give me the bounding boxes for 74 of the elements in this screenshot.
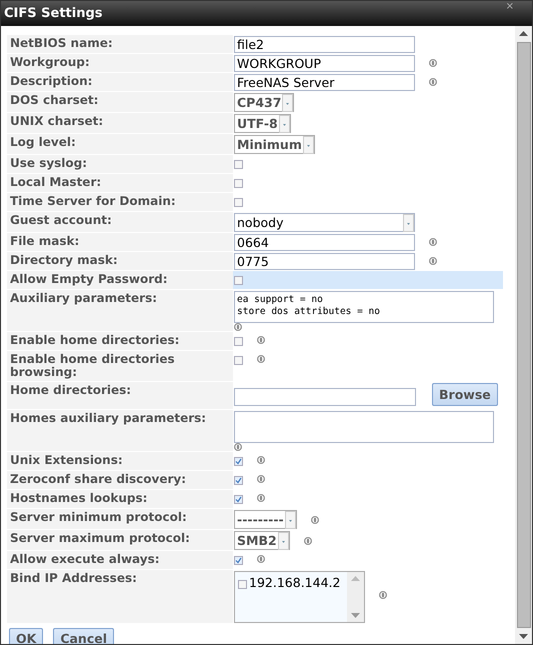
checkbox[interactable] (234, 495, 243, 504)
field-label: Hostnames lookups: (7, 490, 233, 508)
checkbox[interactable] (234, 556, 243, 565)
select-field[interactable]: UTF-8 (234, 114, 291, 133)
field-label: Unix Extensions: (7, 452, 233, 470)
info-icon[interactable] (257, 456, 265, 464)
scrollbar[interactable] (515, 26, 532, 644)
info-icon[interactable] (234, 323, 242, 331)
ok-button[interactable]: OK (9, 628, 44, 644)
field-label: Time Server for Domain: (7, 193, 233, 211)
info-icon[interactable] (310, 516, 319, 524)
field-label: UNIX charset: (7, 113, 233, 133)
textarea-field[interactable] (234, 411, 494, 443)
info-icon[interactable] (257, 494, 265, 502)
field-label: Zeroconf share discovery: (7, 471, 233, 489)
field-label: Allow Empty Password: (7, 271, 233, 289)
info-icon[interactable] (429, 59, 437, 67)
path-field[interactable] (234, 388, 416, 406)
checkbox[interactable] (234, 457, 243, 466)
field-label: Workgroup: (7, 54, 233, 72)
field-label: Description: (7, 73, 233, 91)
field-label: Directory mask: (7, 252, 233, 270)
checkbox[interactable] (234, 179, 243, 188)
field-label: File mask: (7, 233, 233, 251)
select-field[interactable]: SMB2 (234, 531, 290, 550)
field-label: Homes auxiliary parameters: (7, 410, 233, 451)
info-icon[interactable] (304, 537, 312, 545)
info-icon[interactable] (234, 443, 242, 451)
text-field[interactable]: file2 (234, 36, 415, 53)
info-icon[interactable] (257, 475, 265, 483)
browse-button[interactable]: Browse (432, 383, 498, 406)
field-label: Local Master: (7, 174, 233, 192)
field-label: Log level: (7, 134, 233, 154)
checkbox[interactable] (238, 580, 247, 589)
field-label: Auxiliary parameters: (7, 290, 233, 331)
field-label: Bind IP Addresses: (7, 570, 233, 623)
info-icon[interactable] (257, 355, 265, 363)
field-label: Enable home directories browsing: (7, 351, 233, 381)
info-icon[interactable] (257, 336, 265, 344)
cancel-button[interactable]: Cancel (53, 628, 114, 644)
select-field[interactable]: Minimum (234, 135, 315, 154)
close-button[interactable]: × (506, 1, 514, 12)
field-label: Guest account: (7, 212, 233, 232)
checkbox[interactable] (234, 160, 243, 169)
checkbox[interactable] (234, 476, 243, 485)
text-field[interactable]: FreeNAS Server (234, 74, 415, 91)
field-label: Server maximum protocol: (7, 530, 233, 550)
info-icon[interactable] (379, 591, 387, 599)
textarea-field[interactable]: ea support = no store dos attributes = no (234, 291, 494, 323)
field-label: Home directories: (7, 382, 233, 409)
field-label: Server minimum protocol: (7, 509, 233, 529)
checkbox[interactable] (234, 337, 243, 346)
select-field[interactable]: --------- (234, 510, 297, 529)
info-icon[interactable] (429, 257, 437, 265)
scrollbar-thumb[interactable] (516, 42, 530, 628)
info-icon[interactable] (429, 238, 437, 246)
checkbox[interactable] (234, 276, 243, 285)
field-label: DOS charset: (7, 92, 233, 112)
info-icon[interactable] (257, 555, 265, 563)
select-field[interactable]: CP437 (234, 93, 294, 112)
field-label: NetBIOS name: (7, 35, 233, 53)
window-title: CIFS Settings (4, 6, 103, 21)
field-label: Use syslog: (7, 155, 233, 173)
select-field[interactable]: nobody (234, 213, 415, 232)
list-field[interactable]: 192.168.144.2 (234, 571, 365, 623)
field-label: Enable home directories: (7, 332, 233, 350)
info-icon[interactable] (429, 78, 437, 86)
text-field[interactable]: 0664 (234, 234, 415, 251)
list-option[interactable]: 192.168.144.2 (249, 575, 340, 590)
text-field[interactable]: 0775 (234, 253, 415, 270)
text-field[interactable]: WORKGROUP (234, 55, 415, 72)
field-label: Allow execute always: (7, 551, 233, 569)
checkbox[interactable] (234, 198, 243, 207)
checkbox[interactable] (234, 356, 243, 365)
